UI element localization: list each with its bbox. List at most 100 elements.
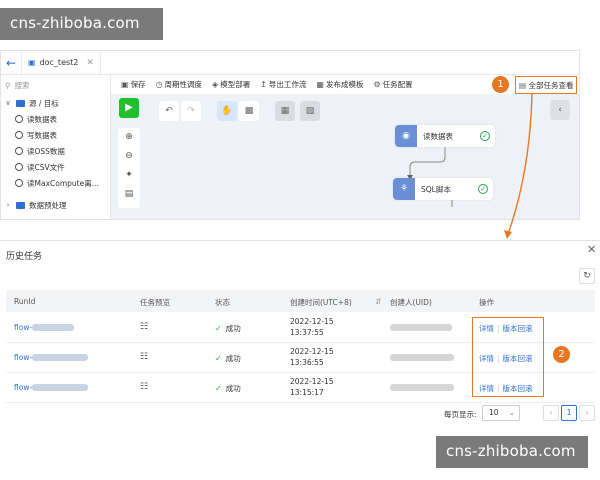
export-label: 导出工作流 — [268, 80, 307, 89]
align-button[interactable]: ▦ — [275, 101, 295, 121]
annotation-badge-1: 1 — [492, 76, 509, 93]
folder-icon — [16, 99, 25, 107]
created-time: 13:37:55 — [290, 328, 324, 337]
prev-page-button[interactable]: ‹ — [543, 405, 559, 421]
sort-icon[interactable]: ⇵ — [375, 297, 381, 306]
status-cell: ✓ 成功 — [215, 323, 241, 334]
schedule-label: 周期性调度 — [164, 80, 203, 89]
undo-button[interactable]: ↶ — [159, 101, 179, 121]
created-date: 2022-12-15 — [290, 377, 334, 386]
publish-label: 发布成模板 — [325, 80, 364, 89]
deploy-label: 模型部署 — [220, 80, 251, 89]
tree-item-read-table[interactable]: 读数据表 — [1, 111, 110, 127]
tree-label: 源 / 目标 — [29, 98, 59, 108]
component-icon — [15, 147, 23, 155]
run-button[interactable]: ▶ — [119, 98, 139, 118]
preview-icon[interactable]: ☷ — [140, 382, 148, 392]
history-title: 历史任务 — [6, 252, 43, 262]
check-icon: ✓ — [215, 324, 222, 333]
node-label: 读数据表 — [423, 131, 453, 141]
tree-group-source-target[interactable]: ∨ 源 / 目标 — [1, 95, 110, 111]
component-panel: ⚲ 搜索 ∨ 源 / 目标 读数据表 写数据表 读OSS数据 读CSV文件 读M… — [1, 75, 111, 219]
per-page-value: 10 — [489, 408, 499, 417]
folder-icon — [16, 201, 25, 209]
task-config-button[interactable]: ⚙ 任务配置 — [373, 79, 412, 90]
collapse-panel-button[interactable]: ‹ — [550, 100, 570, 120]
zoom-out-icon[interactable]: ⊖ — [118, 147, 140, 166]
page-1-button[interactable]: 1 — [561, 405, 577, 421]
export-icon: ↥ — [260, 80, 267, 89]
minimap-icon[interactable]: ▤ — [118, 185, 140, 204]
fit-view-icon[interactable]: ✦ — [118, 166, 140, 185]
per-page-select[interactable]: 10 ⌄ — [482, 405, 520, 421]
watermark-top: cns-zhiboba.com — [0, 8, 163, 40]
status-text: 成功 — [225, 384, 241, 393]
tree-item-read-maxcompute[interactable]: 读MaxCompute离... — [1, 175, 110, 191]
status-text: 成功 — [225, 354, 241, 363]
next-page-button[interactable]: › — [579, 405, 595, 421]
col-created: 创建时间(UTC+8) — [290, 298, 352, 307]
close-icon[interactable]: ✕ — [86, 58, 94, 68]
status-cell: ✓ 成功 — [215, 383, 241, 394]
publish-template-button[interactable]: ▦ 发布成模板 — [316, 79, 363, 90]
tab-doc-test2[interactable]: ▣ doc_test2 ✕ — [21, 51, 101, 74]
runid-link[interactable]: flow- — [14, 383, 89, 392]
preview-icon[interactable]: ☷ — [140, 322, 148, 332]
tree-label: 读数据表 — [27, 114, 57, 124]
workflow-icon: ▣ — [28, 58, 36, 67]
col-ops: 操作 — [479, 298, 494, 307]
view-all-tasks-button[interactable]: ▤ 全部任务查看 — [519, 80, 573, 91]
node-read-table[interactable]: ◉ 读数据表 ✓ — [395, 125, 495, 147]
highlight-operations — [472, 317, 544, 397]
search-box[interactable]: ⚲ 搜索 — [1, 75, 110, 95]
created-time: 13:15:17 — [290, 388, 324, 397]
tab-label: doc_test2 — [39, 58, 79, 67]
creator-redacted — [390, 354, 454, 363]
schedule-button[interactable]: ◷ 周期性调度 — [156, 79, 202, 90]
col-creator: 创建人(UID) — [390, 298, 432, 307]
per-page-label: 每页显示: — [444, 410, 477, 419]
component-icon — [15, 163, 23, 171]
tree-group-preprocess[interactable]: › 数据预处理 — [1, 197, 110, 213]
close-icon[interactable]: ✕ — [587, 243, 596, 256]
component-icon — [15, 179, 23, 187]
runid-link[interactable]: flow- — [14, 323, 75, 332]
table-icon: ◉ — [395, 125, 417, 147]
chevron-down-icon: ∨ — [5, 99, 11, 107]
select-tool-button[interactable]: ▩ — [239, 101, 259, 121]
hand-tool-button[interactable]: ✋ — [217, 101, 237, 121]
redo-button[interactable]: ↷ — [181, 101, 201, 121]
save-label: 保存 — [130, 80, 146, 89]
template-icon: ▦ — [316, 80, 324, 89]
preview-icon[interactable]: ☷ — [140, 352, 148, 362]
created-date: 2022-12-15 — [290, 317, 334, 326]
export-button[interactable]: ↥ 导出工作流 — [260, 79, 306, 90]
creator-redacted — [390, 324, 452, 333]
chevron-right-icon: › — [6, 201, 10, 209]
status-text: 成功 — [225, 324, 241, 333]
layout-button[interactable]: ▧ — [300, 101, 320, 121]
redacted-id — [32, 354, 89, 361]
refresh-icon[interactable]: ↻ — [579, 268, 595, 284]
runid-link[interactable]: flow- — [14, 353, 89, 362]
created-date: 2022-12-15 — [290, 347, 334, 356]
success-check-icon: ✓ — [478, 184, 488, 194]
deploy-icon: ◈ — [212, 80, 219, 89]
back-arrow-icon[interactable]: ← — [1, 56, 21, 70]
save-icon: ▣ — [121, 80, 129, 89]
sql-icon: ⚘ — [393, 178, 415, 200]
component-icon — [15, 131, 23, 139]
redacted-id — [32, 384, 89, 391]
runid-text: flow- — [14, 383, 33, 392]
save-button[interactable]: ▣ 保存 — [121, 79, 146, 90]
table-header: RunId 任务预览 状态 创建时间(UTC+8) ⇵ 创建人(UID) 操作 — [6, 290, 595, 312]
tree-item-read-csv[interactable]: 读CSV文件 — [1, 159, 110, 175]
tree-item-write-table[interactable]: 写数据表 — [1, 127, 110, 143]
zoom-in-icon[interactable]: ⊕ — [118, 128, 140, 147]
node-sql-script[interactable]: ⚘ SQL脚本 ✓ — [393, 178, 493, 200]
deploy-button[interactable]: ◈ 模型部署 — [212, 79, 250, 90]
search-input[interactable]: 搜索 — [15, 80, 30, 91]
tree-item-read-oss[interactable]: 读OSS数据 — [1, 143, 110, 159]
tree-label: 读CSV文件 — [27, 162, 65, 172]
creator-redacted — [390, 384, 454, 393]
